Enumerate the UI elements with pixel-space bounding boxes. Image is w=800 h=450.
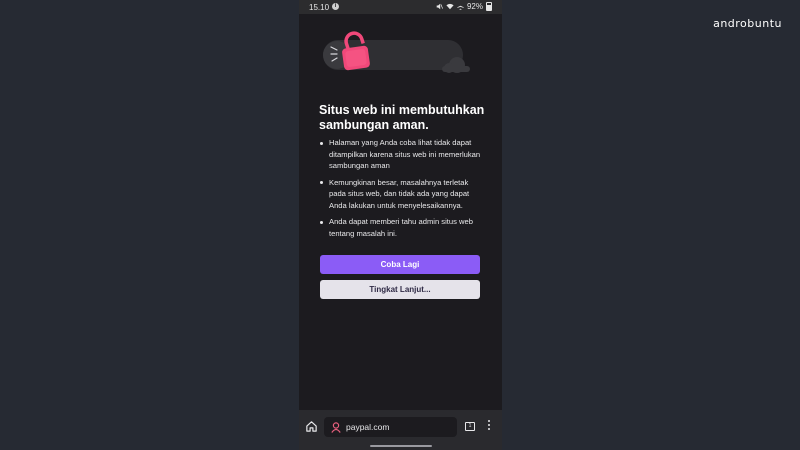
airplane-icon bbox=[457, 3, 464, 10]
retry-button[interactable]: Coba Lagi bbox=[320, 255, 480, 274]
status-time: 15.10 bbox=[309, 3, 330, 12]
more-menu-icon[interactable] bbox=[487, 420, 491, 432]
tabs-icon[interactable]: 1 bbox=[465, 422, 475, 431]
wifi-icon bbox=[446, 3, 454, 10]
explanation-list: Halaman yang Anda coba lihat tidak dapat… bbox=[319, 137, 484, 244]
mute-icon bbox=[436, 3, 443, 10]
home-icon[interactable] bbox=[305, 420, 318, 433]
gesture-bar bbox=[370, 445, 432, 447]
page-title: Situs web ini membutuhkan sambungan aman… bbox=[319, 103, 485, 132]
browser-toolbar: paypal.com 1 bbox=[299, 410, 502, 450]
advanced-button[interactable]: Tingkat Lanjut... bbox=[320, 280, 480, 299]
list-item: Kemungkinan besar, masalahnya terletak p… bbox=[319, 177, 484, 212]
list-item: Anda dapat memberi tahu admin situs web … bbox=[319, 216, 484, 239]
lock-illustration bbox=[323, 31, 470, 73]
phone-screen: 15.10 i 92% Situs web ini membutuhkan sa… bbox=[299, 0, 502, 450]
battery-icon bbox=[486, 2, 492, 11]
lock-icon bbox=[342, 31, 370, 71]
info-icon: i bbox=[332, 3, 339, 10]
url-text[interactable]: paypal.com bbox=[346, 422, 389, 432]
status-bar: 15.10 i 92% bbox=[299, 0, 502, 14]
address-bar[interactable]: paypal.com bbox=[324, 417, 457, 437]
site-info-icon[interactable] bbox=[331, 422, 341, 433]
system-icons: 92% bbox=[436, 2, 492, 11]
watermark-logo: androbuntu bbox=[713, 17, 782, 30]
list-item: Halaman yang Anda coba lihat tidak dapat… bbox=[319, 137, 484, 172]
battery-percent: 92% bbox=[466, 2, 483, 11]
